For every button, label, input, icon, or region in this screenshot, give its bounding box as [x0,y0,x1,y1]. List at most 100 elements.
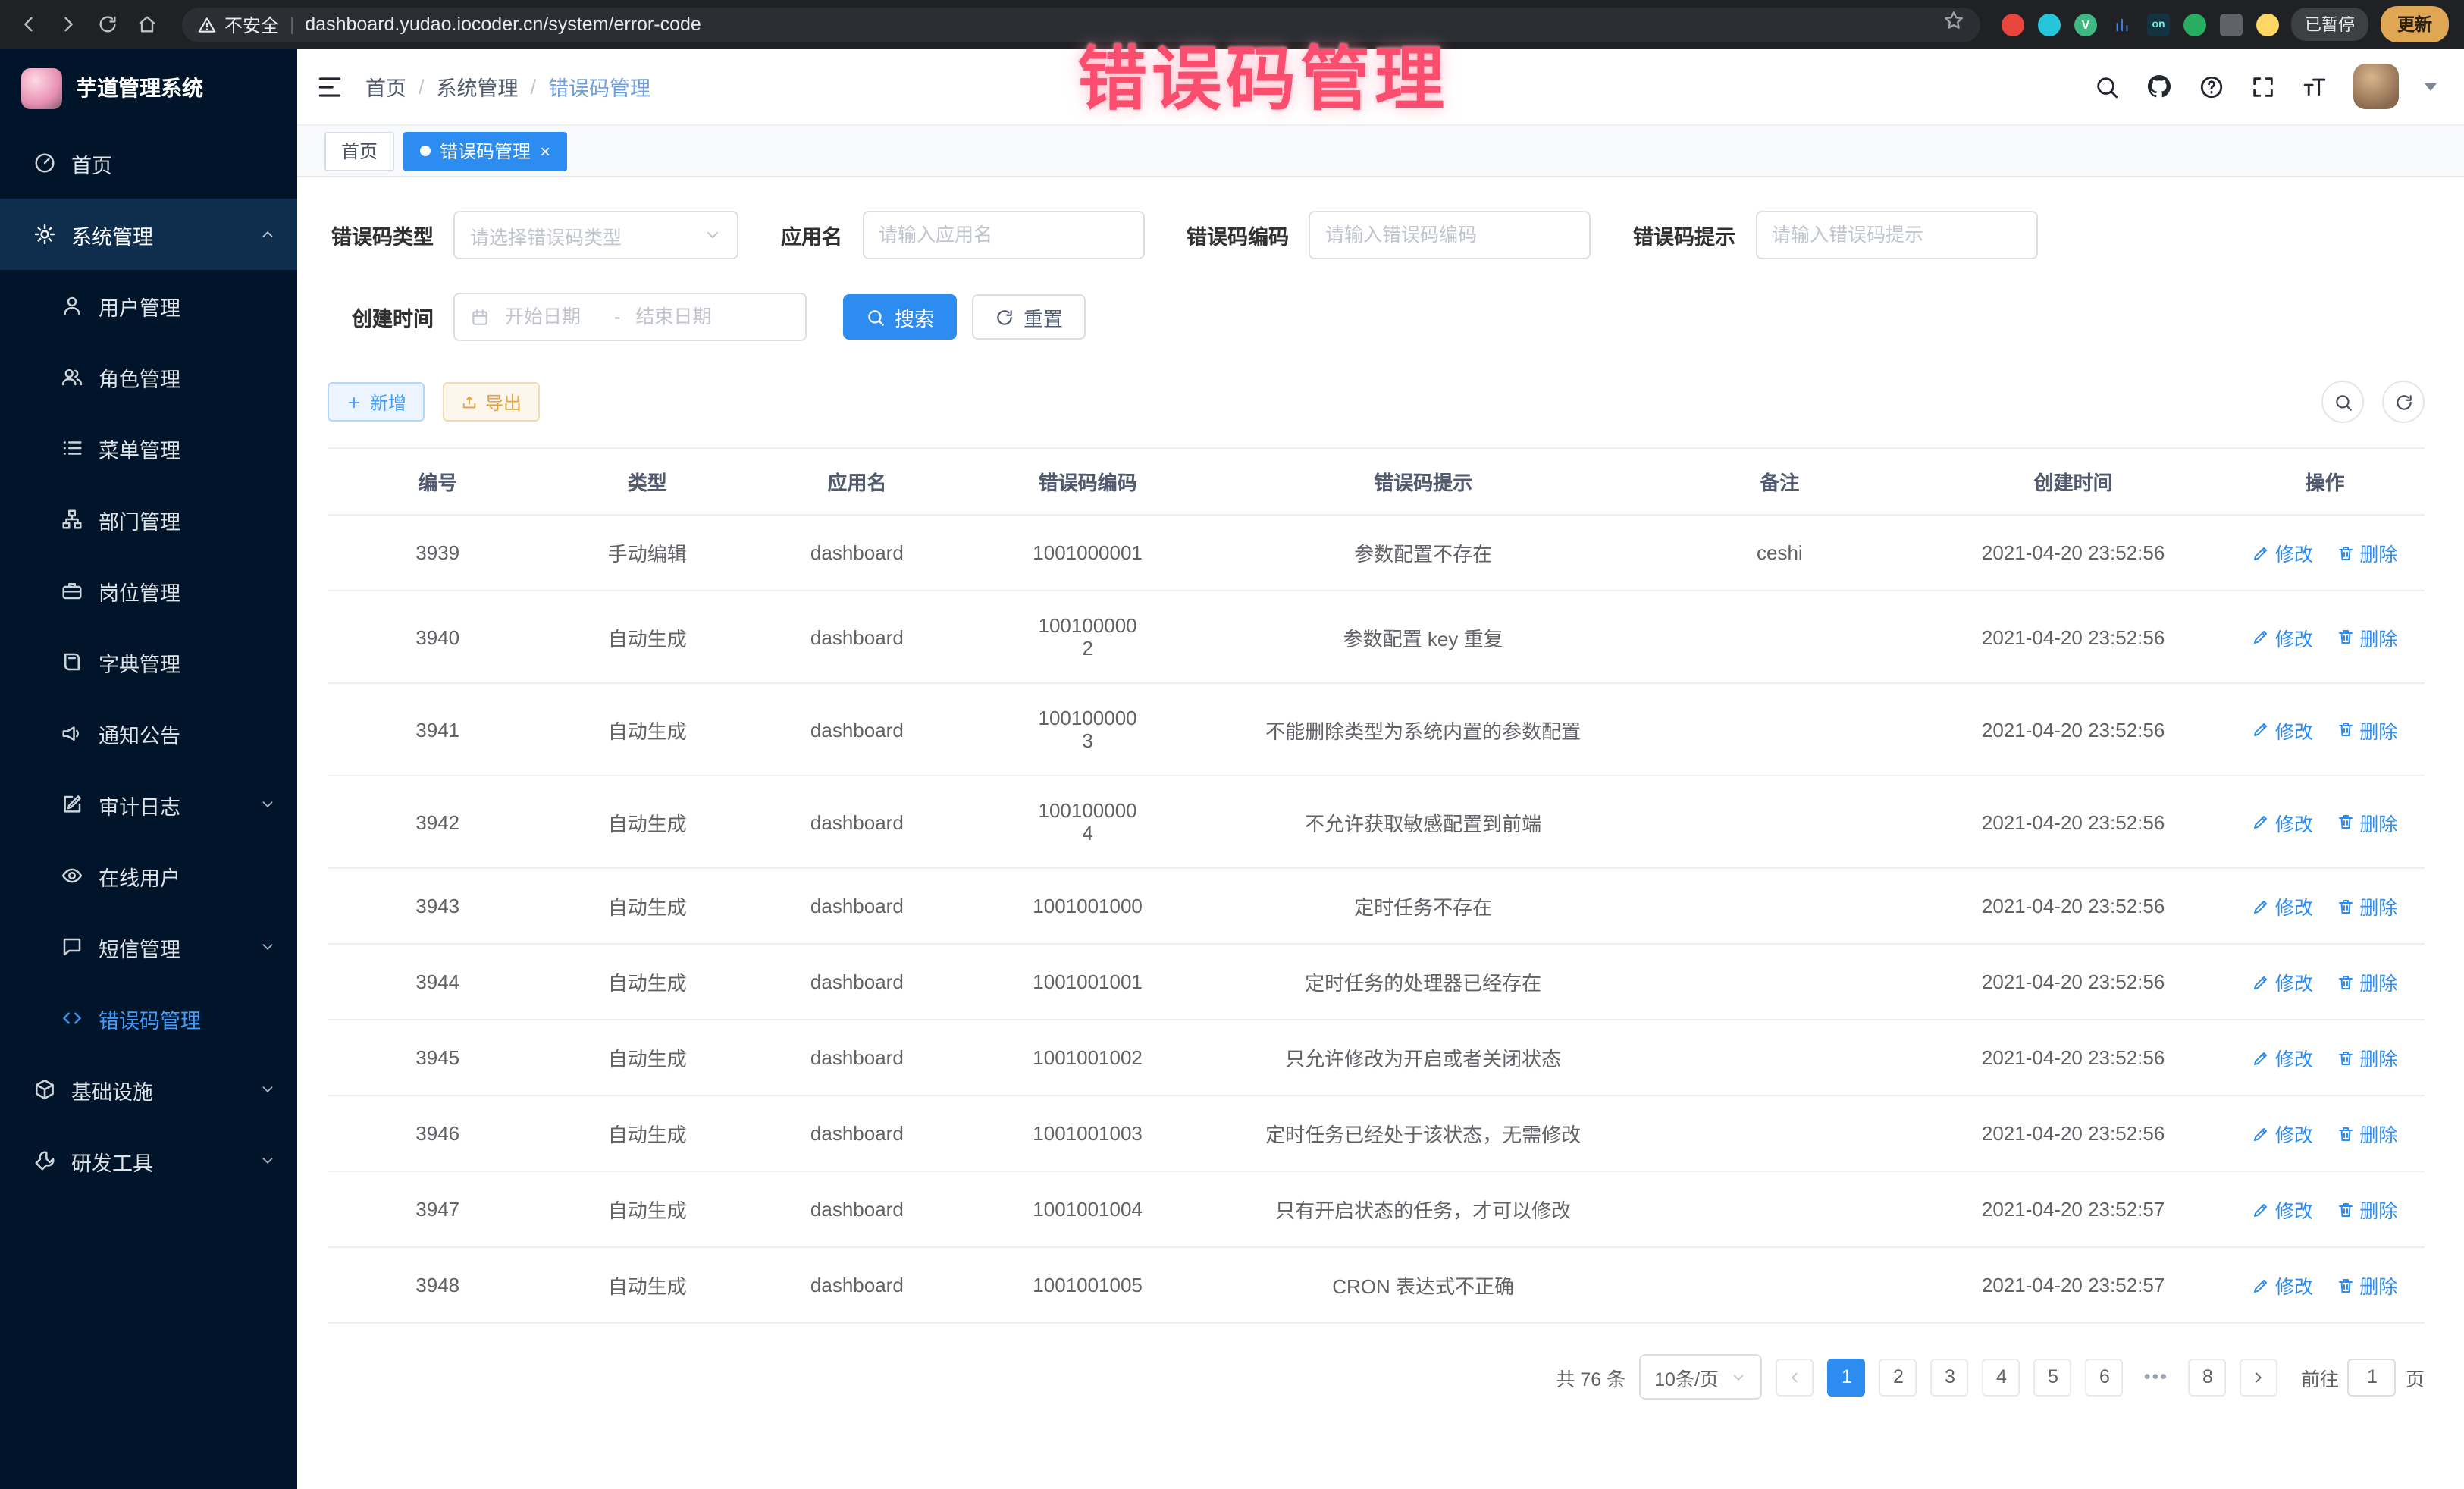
tab-error-code[interactable]: 错误码管理 × [403,131,567,171]
delete-link[interactable]: 删除 [2337,892,2397,920]
delete-link[interactable]: 删除 [2337,1043,2397,1072]
security-indicator[interactable]: 不安全 [197,11,279,37]
sidebar-item-menu[interactable]: 菜单管理 [0,412,297,484]
sidebar-item-online-user[interactable]: 在线用户 [0,840,297,911]
edit-link[interactable]: 修改 [2252,715,2313,744]
pencil-icon [2252,720,2271,738]
delete-link[interactable]: 删除 [2337,967,2397,996]
bookmark-star-icon[interactable] [1942,9,1965,39]
paused-badge[interactable]: 已暂停 [2291,8,2368,41]
user-avatar[interactable] [2353,64,2399,109]
page-button-4[interactable]: 4 [1983,1358,2020,1396]
delete-link[interactable]: 删除 [2337,1119,2397,1148]
sidebar-item-error-code[interactable]: 错误码管理 [0,983,297,1054]
page-button-1[interactable]: 1 [1828,1358,1866,1396]
font-size-icon[interactable] [2302,74,2328,99]
delete-link[interactable]: 删除 [2337,1195,2397,1224]
edit-link[interactable]: 修改 [2252,967,2313,996]
page-button-3[interactable]: 3 [1931,1358,1969,1396]
address-bar[interactable]: 不安全 | dashboard.yudao.iocoder.cn/system/… [182,7,1980,42]
add-button[interactable]: 新增 [328,382,425,422]
reset-button[interactable]: 重置 [972,294,1086,340]
update-button[interactable]: 更新 [2381,6,2449,42]
date-range-picker[interactable]: - [453,293,807,341]
sidebar-item-sms[interactable]: 短信管理 [0,911,297,983]
cell-actions: 修改 删除 [2225,1020,2425,1096]
sidebar-item-dept[interactable]: 部门管理 [0,484,297,555]
next-page-button[interactable] [2240,1358,2278,1396]
fullscreen-icon[interactable] [2250,74,2276,99]
url-text[interactable]: dashboard.yudao.iocoder.cn/system/error-… [305,14,1932,35]
error-code-input[interactable] [1309,211,1591,259]
column-header: 编号 [328,448,547,515]
delete-link[interactable]: 删除 [2337,807,2397,836]
edit-link[interactable]: 修改 [2252,807,2313,836]
cell-code: 1001001003 [967,1096,1208,1171]
export-button[interactable]: 导出 [443,382,540,422]
extension-icon[interactable] [2002,13,2024,36]
reload-icon[interactable] [94,11,121,38]
breadcrumb-item[interactable]: 首页 [365,71,406,102]
edit-link[interactable]: 修改 [2252,1195,2313,1224]
page-button-2[interactable]: 2 [1879,1358,1917,1396]
cell-remark [1638,1096,1921,1171]
page-button-5[interactable]: 5 [2034,1358,2072,1396]
stats-extension-icon[interactable] [2111,13,2133,36]
start-date-input[interactable] [502,305,602,329]
delete-link[interactable]: 删除 [2337,1271,2397,1299]
cell-id: 3947 [328,1171,547,1247]
goto-page-input[interactable] [2348,1358,2397,1396]
sidebar-item-infra[interactable]: 基础设施 [0,1054,297,1125]
sidebar-item-notice[interactable]: 通知公告 [0,697,297,769]
sidebar-item-role[interactable]: 角色管理 [0,341,297,412]
search-button[interactable]: 搜索 [843,294,957,340]
edit-link[interactable]: 修改 [2252,622,2313,651]
cell-id: 3942 [328,776,547,868]
on-switch-extension-icon[interactable]: on [2147,13,2170,36]
edit-link[interactable]: 修改 [2252,1043,2313,1072]
vue-devtools-extension-icon[interactable]: V [2074,13,2097,36]
delete-link[interactable]: 删除 [2337,622,2397,651]
avatar-chevron-down-icon[interactable] [2425,83,2437,90]
sidebar-item-system[interactable]: 系统管理 [0,199,297,270]
breadcrumb-item[interactable]: 系统管理 [437,71,519,102]
error-hint-input[interactable] [1755,211,2037,259]
search-icon[interactable] [2094,74,2120,99]
page-ellipsis-button[interactable]: ••• [2137,1358,2175,1396]
edit-link[interactable]: 修改 [2252,892,2313,920]
menu-fold-icon[interactable] [315,72,344,101]
sidebar-item-post[interactable]: 岗位管理 [0,555,297,626]
refresh-table-button[interactable] [2382,381,2425,423]
forward-icon[interactable] [55,11,82,38]
back-icon[interactable] [15,11,42,38]
sidebar-item-dict[interactable]: 字典管理 [0,626,297,697]
extension-icon[interactable] [2038,13,2061,36]
app-logo-row[interactable]: 芋道管理系统 [0,49,297,127]
sidebar-item-home[interactable]: 首页 [0,127,297,199]
end-date-input[interactable] [632,305,732,329]
sidebar-item-user[interactable]: 用户管理 [0,270,297,341]
delete-link[interactable]: 删除 [2337,538,2397,567]
extension-icon[interactable] [2183,13,2206,36]
sidebar-item-dev-tools[interactable]: 研发工具 [0,1125,297,1196]
prev-page-button[interactable] [1776,1358,1814,1396]
edit-link[interactable]: 修改 [2252,1119,2313,1148]
edit-link[interactable]: 修改 [2252,538,2313,567]
home-icon[interactable] [133,11,161,38]
toggle-search-button[interactable] [2321,381,2364,423]
page-button-6[interactable]: 6 [2086,1358,2124,1396]
pin-extension-icon[interactable] [2220,13,2243,36]
edit-link[interactable]: 修改 [2252,1271,2313,1299]
profile-avatar-icon[interactable] [2256,13,2279,36]
sidebar-item-audit-log[interactable]: 审计日志 [0,769,297,840]
page-size-select[interactable]: 10条/页 [1639,1354,1763,1400]
app-name-input[interactable] [862,211,1144,259]
error-type-select[interactable]: 请选择错误码类型 [453,211,738,259]
github-icon[interactable] [2146,73,2173,100]
page-button-8[interactable]: 8 [2189,1358,2227,1396]
cell-actions: 修改 删除 [2225,868,2425,944]
close-icon[interactable]: × [540,142,550,160]
tab-home[interactable]: 首页 [324,131,394,171]
delete-link[interactable]: 删除 [2337,715,2397,744]
help-icon[interactable] [2199,74,2224,99]
